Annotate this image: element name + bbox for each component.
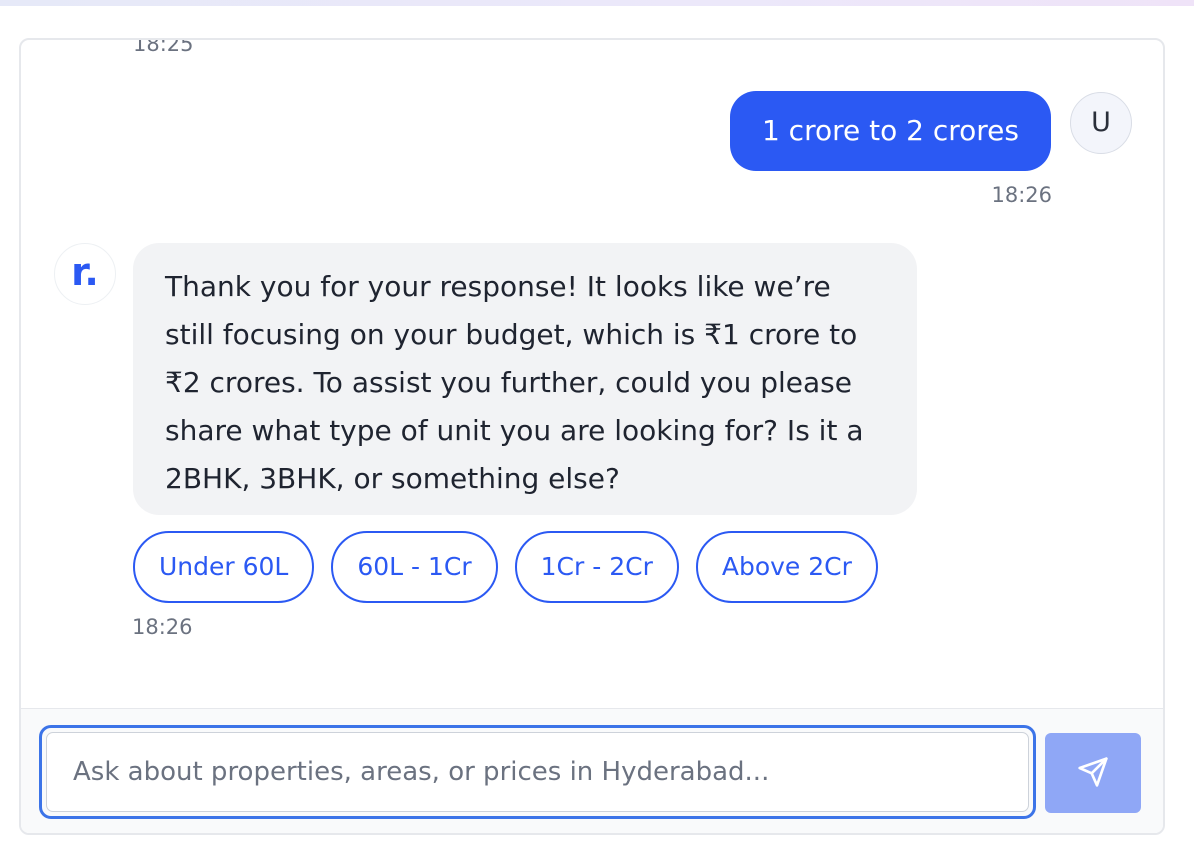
quick-reply-60l-1cr[interactable]: 60L - 1Cr <box>331 531 498 603</box>
send-icon <box>1077 756 1109 791</box>
user-message-timestamp: 18:26 <box>991 183 1052 207</box>
quick-reply-above-2cr[interactable]: Above 2Cr <box>695 531 878 603</box>
message-input-wrapper <box>39 725 1036 819</box>
message-list[interactable]: 18:25 1 crore to 2 crores U 18:26 r. Tha… <box>21 40 1163 708</box>
bot-message-timestamp: 18:26 <box>132 615 193 639</box>
chat-panel: 18:25 1 crore to 2 crores U 18:26 r. Tha… <box>19 38 1165 835</box>
bot-message-bubble: Thank you for your response! It looks li… <box>133 243 917 515</box>
composer <box>21 708 1163 833</box>
quick-reply-1cr-2cr[interactable]: 1Cr - 2Cr <box>514 531 679 603</box>
message-timestamp: 18:25 <box>133 40 194 56</box>
message-input[interactable] <box>46 732 1029 812</box>
send-button[interactable] <box>1045 733 1141 813</box>
top-gradient-bar <box>0 0 1194 6</box>
bot-avatar: r. <box>54 243 116 305</box>
quick-reply-chips: Under 60L 60L - 1Cr 1Cr - 2Cr Above 2Cr <box>133 531 878 603</box>
user-avatar: U <box>1070 92 1132 154</box>
quick-reply-under-60l[interactable]: Under 60L <box>133 531 315 603</box>
user-message-bubble: 1 crore to 2 crores <box>729 91 1051 171</box>
